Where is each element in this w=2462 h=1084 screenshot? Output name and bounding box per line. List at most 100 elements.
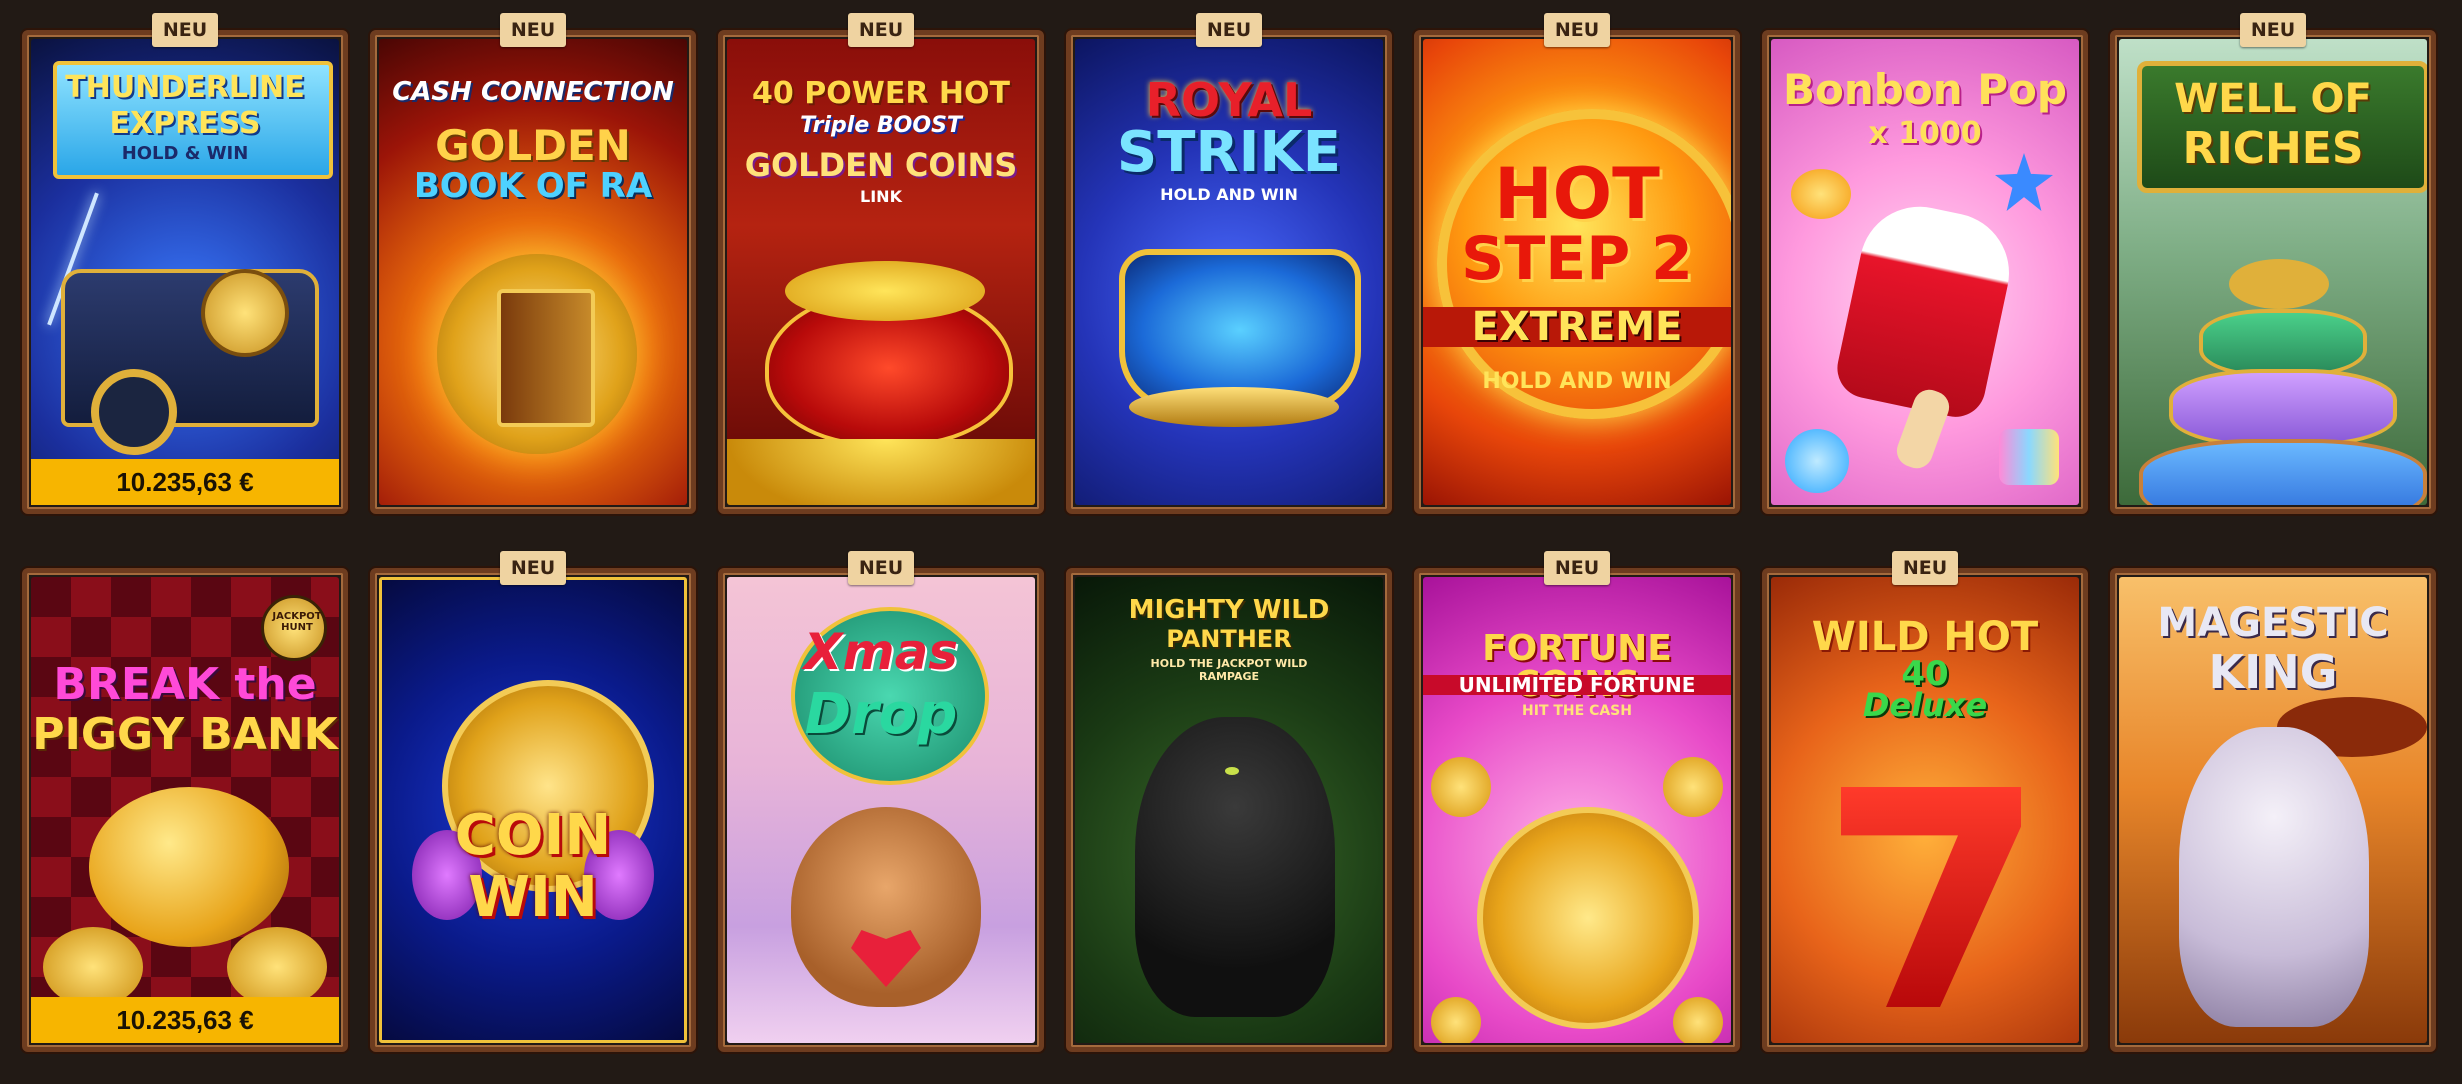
game-title-line-1: 40 POWER HOT [752, 76, 1010, 111]
game-title-line-1: THUNDERLINE [65, 70, 305, 105]
new-badge: NEU [1544, 551, 1610, 585]
jackpot-amount: 10.235,63 € [31, 459, 339, 505]
small-piggy-left-icon [43, 927, 143, 1007]
game-tile-magestic-king[interactable]: MAGESTIC KING [2110, 568, 2436, 1052]
gold-coin-icon [1477, 807, 1699, 1029]
game-title-line-2: GOLDEN [435, 121, 631, 170]
game-title-line-2: EXPRESS [109, 106, 261, 141]
game-title-line-2: Triple BOOST [800, 113, 962, 138]
game-art: JACKPOT HUNT BREAK the PIGGY BANK [31, 577, 339, 1043]
game-title-line-3: EXTREME [1423, 307, 1731, 347]
game-art: ROYAL STRIKE HOLD AND WIN [1075, 39, 1383, 505]
game-title-line-2: PIGGY BANK [32, 709, 338, 760]
game-title-line-1: COIN [454, 803, 612, 868]
new-badge: NEU [2240, 13, 2306, 47]
game-tile-golden-book-of-ra[interactable]: NEU CASH CONNECTION GOLDEN BOOK OF RA [370, 13, 696, 514]
game-title-line-1: Bonbon Pop [1783, 65, 2067, 114]
game-title-line-1: ROYAL [1145, 73, 1313, 127]
game-tile-xmas-drop[interactable]: NEU Xmas Drop [718, 551, 1044, 1052]
fountain-base-icon [2139, 439, 2427, 505]
crown-base-icon [1129, 387, 1339, 427]
game-subtitle: HOLD & WIN [121, 143, 249, 164]
game-title-line-2: PANTHER [1166, 625, 1292, 653]
game-tile-well-of-riches[interactable]: NEU WELL OF RICHES [2110, 13, 2436, 514]
fountain-top-icon [2229, 259, 2329, 309]
game-subtitle: LINK [860, 187, 902, 206]
new-badge: NEU [152, 13, 218, 47]
candy-icon [1791, 169, 1851, 219]
game-title-line-2: STEP 2 [1461, 224, 1693, 294]
fountain-tier-2-icon [2199, 309, 2367, 377]
game-title-line-1: MAGESTIC [2157, 600, 2389, 646]
game-title-line-1: CASH CONNECTION [392, 77, 674, 107]
game-tile-break-the-piggy-bank[interactable]: JACKPOT HUNT BREAK the PIGGY BANK 10.235… [22, 568, 348, 1052]
panther-icon [1135, 717, 1335, 1017]
game-art: WILD HOT 40 Deluxe [1771, 577, 2079, 1043]
train-wheel-icon [91, 369, 177, 455]
lion-icon [2179, 727, 2369, 1027]
game-title-line-3: BOOK OF RA [413, 166, 653, 206]
game-title-line-1: WILD HOT [1811, 614, 2039, 660]
game-tile-royal-strike[interactable]: NEU ROYAL STRIKE HOLD AND WIN [1066, 13, 1392, 514]
train-lamp-icon [201, 269, 289, 357]
popsicle-icon [1831, 195, 2021, 423]
game-tile-wild-hot-40-deluxe[interactable]: NEU WILD HOT 40 Deluxe [1762, 551, 2088, 1052]
game-art: 40 POWER HOT Triple BOOST GOLDEN COINS L… [727, 39, 1035, 505]
small-piggy-right-icon [227, 927, 327, 1007]
game-subtitle: HOLD THE JACKPOT WILD RAMPAGE [1150, 657, 1308, 683]
game-art: FORTUNE COINS UNLIMITED FORTUNE HIT THE … [1423, 577, 1731, 1043]
game-art: Bonbon Pop x 1000 [1771, 39, 2079, 505]
game-art: Xmas Drop [727, 577, 1035, 1043]
new-badge: NEU [500, 551, 566, 585]
game-title-line-1: Xmas [803, 623, 959, 681]
game-art: CASH CONNECTION GOLDEN BOOK OF RA [379, 39, 687, 505]
new-badge: NEU [1892, 551, 1958, 585]
star-icon [1995, 153, 2053, 211]
game-title-line-1: HOT [1494, 153, 1660, 235]
game-art: HOT STEP 2 EXTREME HOLD AND WIN [1423, 39, 1731, 505]
coin-floor-icon [727, 439, 1035, 505]
new-badge: NEU [848, 551, 914, 585]
candy-box-icon [1999, 429, 2059, 485]
game-title-line-2: RICHES [2182, 123, 2364, 174]
game-subtitle: HOLD AND WIN [1160, 185, 1298, 204]
game-title-line-1: MIGHTY WILD [1128, 595, 1330, 625]
game-art: MIGHTY WILD PANTHER HOLD THE JACKPOT WIL… [1075, 577, 1383, 1043]
game-subtitle: HOLD AND WIN [1482, 369, 1672, 394]
piggy-bank-icon [89, 787, 289, 947]
book-icon [497, 289, 595, 427]
coin-pile-icon [785, 261, 985, 321]
candy-blue-icon [1785, 429, 1849, 493]
game-title-line-1: BREAK the [53, 659, 317, 710]
game-tile-fortune-coins[interactable]: NEU FORTUNE COINS UNLIMITED FORTUNE HIT … [1414, 551, 1740, 1052]
new-badge: NEU [1196, 13, 1262, 47]
game-art: MAGESTIC KING [2119, 577, 2427, 1043]
panther-eye-icon [1225, 767, 1239, 775]
game-art: THUNDERLINE EXPRESS HOLD & WIN [31, 39, 339, 505]
game-title-line-2: Drop [804, 682, 958, 747]
game-tile-40-power-hot-golden-coins[interactable]: NEU 40 POWER HOT Triple BOOST GOLDEN COI… [718, 13, 1044, 514]
jackpot-amount: 10.235,63 € [31, 997, 339, 1043]
game-tile-hot-step-2-extreme[interactable]: NEU HOT STEP 2 EXTREME HOLD AND WIN [1414, 13, 1740, 514]
game-title-line-1: WELL OF [2174, 76, 2372, 122]
game-subtitle: HIT THE CASH [1522, 703, 1632, 719]
game-art: COIN WIN [379, 577, 687, 1043]
coin-bottom-left-icon [1431, 997, 1481, 1043]
game-title-line-3: Deluxe [1862, 686, 1988, 724]
game-tile-thunderline-express[interactable]: NEU THUNDERLINE EXPRESS HOLD & WIN 10.23… [22, 13, 348, 514]
game-title-line-2: STRIKE [1116, 120, 1342, 185]
game-tile-coin-win[interactable]: NEU COIN WIN [370, 551, 696, 1052]
game-subtitle: JACKPOT HUNT [272, 611, 322, 633]
game-title-line-2: KING [2208, 645, 2338, 699]
coin-left-icon [1431, 757, 1491, 817]
coin-bottom-right-icon [1673, 997, 1723, 1043]
new-badge: NEU [848, 13, 914, 47]
game-grid: NEU THUNDERLINE EXPRESS HOLD & WIN 10.23… [0, 0, 2462, 1084]
new-badge: NEU [1544, 13, 1610, 47]
game-tile-mighty-wild-panther[interactable]: MIGHTY WILD PANTHER HOLD THE JACKPOT WIL… [1066, 568, 1392, 1052]
seven-icon [1841, 787, 2021, 1007]
game-tile-bonbon-pop[interactable]: Bonbon Pop x 1000 [1762, 30, 2088, 514]
fountain-tier-3-icon [2169, 369, 2397, 447]
game-title-line-3: GOLDEN COINS [744, 146, 1018, 184]
new-badge: NEU [500, 13, 566, 47]
